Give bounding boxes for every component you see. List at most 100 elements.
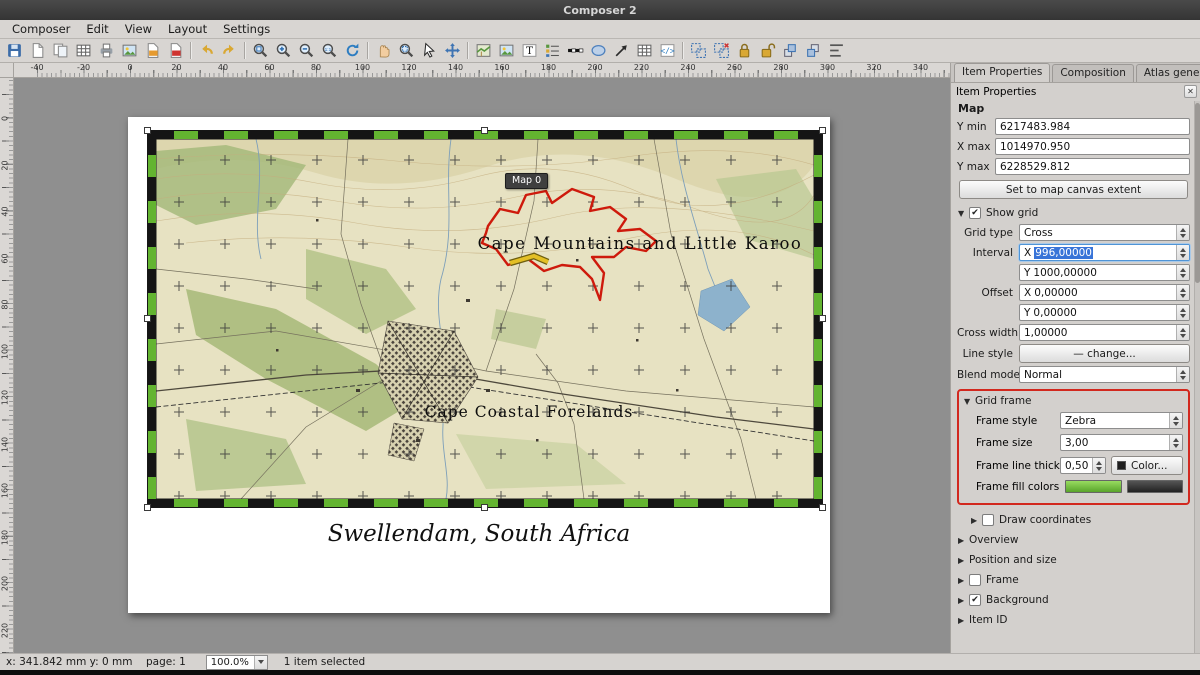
combo-arrows-icon[interactable] bbox=[1176, 367, 1189, 382]
add-attribute-table-button[interactable] bbox=[633, 40, 655, 62]
zoom-actual-button[interactable]: 1:1 bbox=[318, 40, 340, 62]
set-to-map-canvas-extent-button[interactable]: Set to map canvas extent bbox=[959, 180, 1188, 199]
align-items-button[interactable] bbox=[825, 40, 847, 62]
menu-composer[interactable]: Composer bbox=[4, 20, 78, 38]
combo-arrows-icon[interactable] bbox=[1176, 225, 1189, 240]
frame-line-thickness-input[interactable]: 0,50 bbox=[1060, 457, 1106, 474]
add-html-frame-button[interactable]: </> bbox=[656, 40, 678, 62]
menu-view[interactable]: View bbox=[117, 20, 160, 38]
add-new-scalebar-button[interactable] bbox=[564, 40, 586, 62]
selection-handle[interactable] bbox=[819, 504, 826, 511]
expander-icon[interactable]: ▶ bbox=[958, 556, 969, 565]
blend-mode-combo[interactable]: Normal bbox=[1019, 366, 1190, 383]
grid-type-combo[interactable]: Cross bbox=[1019, 224, 1190, 241]
lower-selected-items-button[interactable] bbox=[802, 40, 824, 62]
export-as-pdf-button[interactable] bbox=[164, 40, 186, 62]
zoom-level-combo[interactable]: 100.0% bbox=[206, 655, 268, 670]
zoom-out-button[interactable] bbox=[295, 40, 317, 62]
new-composer-button[interactable] bbox=[26, 40, 48, 62]
grid-interval-x-input[interactable]: X 996,00000 bbox=[1019, 244, 1190, 261]
spin-arrows-icon[interactable] bbox=[1176, 325, 1189, 340]
map-item[interactable]: Cape Mountains and Little Karoo Cape Coa… bbox=[148, 131, 822, 507]
spin-arrows-icon[interactable] bbox=[1092, 458, 1105, 473]
y-max-input[interactable]: 6228529.812 bbox=[995, 158, 1190, 175]
add-new-legend-button[interactable] bbox=[541, 40, 563, 62]
add-new-map-button[interactable] bbox=[472, 40, 494, 62]
select-move-item-button[interactable] bbox=[418, 40, 440, 62]
expander-icon[interactable]: ▶ bbox=[958, 576, 969, 585]
selection-handle[interactable] bbox=[819, 315, 826, 322]
selection-handle[interactable] bbox=[481, 504, 488, 511]
selection-handle[interactable] bbox=[481, 127, 488, 134]
section-background[interactable]: ▶ ✔ Background bbox=[958, 594, 1190, 606]
composition-page[interactable]: Cape Mountains and Little Karoo Cape Coa… bbox=[128, 117, 830, 613]
frame-fill-color-1-swatch[interactable] bbox=[1065, 480, 1122, 493]
section-frame[interactable]: ▶ Frame bbox=[958, 574, 1190, 586]
undo-button[interactable] bbox=[195, 40, 217, 62]
menu-edit[interactable]: Edit bbox=[78, 20, 116, 38]
tab-item-properties[interactable]: Item Properties bbox=[954, 63, 1050, 82]
add-arrow-button[interactable] bbox=[610, 40, 632, 62]
save-project-button[interactable] bbox=[3, 40, 25, 62]
tab-composition[interactable]: Composition bbox=[1052, 64, 1134, 82]
move-item-content-button[interactable] bbox=[441, 40, 463, 62]
section-checkbox[interactable]: ✔ bbox=[969, 594, 981, 606]
redo-button[interactable] bbox=[218, 40, 240, 62]
grid-offset-y-input[interactable]: Y 0,00000 bbox=[1019, 304, 1190, 321]
spin-arrows-icon[interactable] bbox=[1176, 245, 1189, 260]
pan-button[interactable] bbox=[372, 40, 394, 62]
add-new-label-button[interactable]: T bbox=[518, 40, 540, 62]
composer-manager-button[interactable] bbox=[72, 40, 94, 62]
refresh-view-button[interactable] bbox=[341, 40, 363, 62]
section-overview[interactable]: ▶ Overview bbox=[958, 534, 1190, 546]
menu-layout[interactable]: Layout bbox=[160, 20, 215, 38]
show-grid-checkbox[interactable]: ✔ bbox=[969, 207, 981, 219]
selection-handle[interactable] bbox=[144, 315, 151, 322]
grid-offset-x-input[interactable]: X 0,00000 bbox=[1019, 284, 1190, 301]
zoom-region-button[interactable] bbox=[395, 40, 417, 62]
y-min-input[interactable]: 6217483.984 bbox=[995, 118, 1190, 135]
frame-size-input[interactable]: 3,00 bbox=[1060, 434, 1183, 451]
close-icon[interactable]: ✕ bbox=[1184, 85, 1197, 98]
section-draw-coordinates[interactable]: ▶ Draw coordinates bbox=[971, 514, 1190, 526]
x-max-input[interactable]: 1014970.950 bbox=[995, 138, 1190, 155]
selection-handle[interactable] bbox=[144, 127, 151, 134]
selection-handle[interactable] bbox=[819, 127, 826, 134]
chevron-down-icon[interactable] bbox=[254, 656, 267, 669]
export-as-image-button[interactable] bbox=[118, 40, 140, 62]
print-button[interactable] bbox=[95, 40, 117, 62]
add-basic-shape-button[interactable] bbox=[587, 40, 609, 62]
section-item-id[interactable]: ▶ Item ID bbox=[958, 614, 1190, 626]
selection-handle[interactable] bbox=[144, 504, 151, 511]
panel-scrollbar[interactable] bbox=[1194, 101, 1200, 653]
expander-icon[interactable]: ▶ bbox=[958, 616, 969, 625]
scrollbar-thumb[interactable] bbox=[1195, 103, 1200, 283]
section-checkbox[interactable] bbox=[982, 514, 994, 526]
export-as-svg-button[interactable] bbox=[141, 40, 163, 62]
spin-arrows-icon[interactable] bbox=[1176, 305, 1189, 320]
zoom-in-button[interactable] bbox=[272, 40, 294, 62]
ungroup-items-button[interactable] bbox=[710, 40, 732, 62]
frame-color-button[interactable]: Color... bbox=[1111, 456, 1183, 475]
menu-settings[interactable]: Settings bbox=[215, 20, 278, 38]
grid-interval-y-input[interactable]: Y 1000,00000 bbox=[1019, 264, 1190, 281]
show-grid-expander-icon[interactable]: ▼ bbox=[958, 209, 969, 218]
composition-title-label[interactable]: Swellendam, South Africa bbox=[128, 521, 830, 547]
expander-icon[interactable]: ▶ bbox=[958, 536, 969, 545]
cross-width-input[interactable]: 1,00000 bbox=[1019, 324, 1190, 341]
unlock-all-items-button[interactable] bbox=[756, 40, 778, 62]
group-items-button[interactable] bbox=[687, 40, 709, 62]
grid-frame-expander-icon[interactable]: ▼ bbox=[964, 397, 975, 406]
add-image-button[interactable] bbox=[495, 40, 517, 62]
tab-atlas-generation[interactable]: Atlas generation bbox=[1136, 64, 1200, 82]
spin-arrows-icon[interactable] bbox=[1176, 265, 1189, 280]
combo-arrows-icon[interactable] bbox=[1169, 413, 1182, 428]
composer-canvas[interactable]: Cape Mountains and Little Karoo Cape Coa… bbox=[14, 78, 950, 653]
expander-icon[interactable]: ▶ bbox=[958, 596, 969, 605]
duplicate-composer-button[interactable] bbox=[49, 40, 71, 62]
raise-selected-items-button[interactable] bbox=[779, 40, 801, 62]
zoom-full-button[interactable] bbox=[249, 40, 271, 62]
expander-icon[interactable]: ▶ bbox=[971, 516, 982, 525]
section-position-and-size[interactable]: ▶ Position and size bbox=[958, 554, 1190, 566]
spin-arrows-icon[interactable] bbox=[1169, 435, 1182, 450]
